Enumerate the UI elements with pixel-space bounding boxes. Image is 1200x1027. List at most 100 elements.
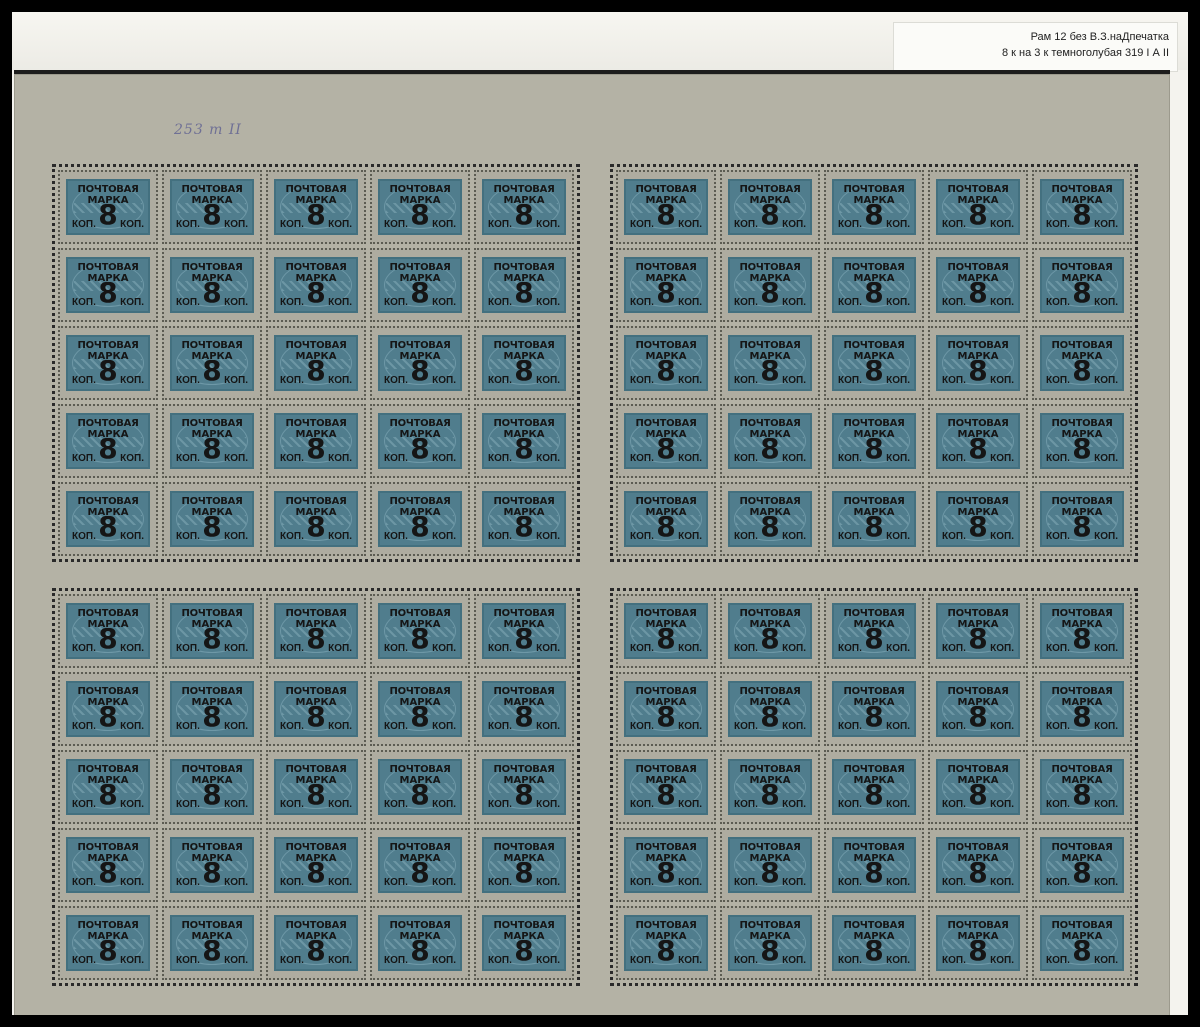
overprint-units: КОП. КОП. bbox=[630, 799, 702, 810]
overprint-units: КОП. КОП. bbox=[838, 643, 910, 654]
overprint-unit-left: КОП. bbox=[942, 453, 966, 464]
overprint-unit-right: КОП. bbox=[224, 453, 248, 464]
overprint-line-1: ПОЧТОВАЯ bbox=[181, 686, 243, 697]
overprint-unit-right: КОП. bbox=[782, 297, 806, 308]
pencil-note: 253 т II bbox=[174, 122, 242, 138]
overprint-unit-left: КОП. bbox=[734, 643, 758, 654]
stamp: ПОЧТОВАЯ МАРКА 8 КОП. КОП. bbox=[720, 906, 820, 980]
stamp: ПОЧТОВАЯ МАРКА 8 КОП. КОП. bbox=[58, 906, 158, 980]
overprint-line-1: ПОЧТОВАЯ bbox=[493, 842, 555, 853]
overprint-line-1: ПОЧТОВАЯ bbox=[843, 496, 905, 507]
overprint-line-1: ПОЧТОВАЯ bbox=[493, 418, 555, 429]
caption-line-1: Рам 12 без В.З.наДпечатка bbox=[1030, 31, 1169, 43]
stamp-design: ПОЧТОВАЯ МАРКА 8 КОП. КОП. bbox=[624, 681, 708, 737]
overprint-unit-right: КОП. bbox=[678, 721, 702, 732]
overprint-unit-right: КОП. bbox=[120, 453, 144, 464]
overprint-units: КОП. КОП. bbox=[384, 297, 456, 308]
overprint-unit-right: КОП. bbox=[328, 219, 352, 230]
overprint-unit-right: КОП. bbox=[224, 877, 248, 888]
overprint-unit-right: КОП. bbox=[224, 799, 248, 810]
overprint-line-1: ПОЧТОВАЯ bbox=[77, 608, 139, 619]
stamp-design: ПОЧТОВАЯ МАРКА 8 КОП. КОП. bbox=[274, 335, 358, 391]
overprint-unit-left: КОП. bbox=[942, 219, 966, 230]
overprint-unit-left: КОП. bbox=[280, 643, 304, 654]
overprint-line-1: ПОЧТОВАЯ bbox=[77, 184, 139, 195]
overprint-units: КОП. КОП. bbox=[176, 721, 248, 732]
stamp: ПОЧТОВАЯ МАРКА 8 КОП. КОП. bbox=[824, 906, 924, 980]
stamp-design: ПОЧТОВАЯ МАРКА 8 КОП. КОП. bbox=[170, 603, 254, 659]
overprint-unit-left: КОП. bbox=[630, 877, 654, 888]
overprint-unit-left: КОП. bbox=[838, 297, 862, 308]
stamp: ПОЧТОВАЯ МАРКА 8 КОП. КОП. bbox=[616, 672, 716, 746]
overprint-line-1: ПОЧТОВАЯ bbox=[635, 764, 697, 775]
overprint-unit-right: КОП. bbox=[120, 531, 144, 542]
overprint-unit-right: КОП. bbox=[678, 297, 702, 308]
stamp-design: ПОЧТОВАЯ МАРКА 8 КОП. КОП. bbox=[170, 179, 254, 235]
overprint-unit-left: КОП. bbox=[72, 453, 96, 464]
stamp: ПОЧТОВАЯ МАРКА 8 КОП. КОП. bbox=[824, 594, 924, 668]
stamp: ПОЧТОВАЯ МАРКА 8 КОП. КОП. bbox=[266, 326, 366, 400]
overprint-unit-right: КОП. bbox=[990, 531, 1014, 542]
stamp: ПОЧТОВАЯ МАРКА 8 КОП. КОП. bbox=[824, 482, 924, 556]
overprint-unit-left: КОП. bbox=[384, 297, 408, 308]
stamp: ПОЧТОВАЯ МАРКА 8 КОП. КОП. bbox=[720, 828, 820, 902]
overprint-line-1: ПОЧТОВАЯ bbox=[843, 262, 905, 273]
stamp: ПОЧТОВАЯ МАРКА 8 КОП. КОП. bbox=[370, 906, 470, 980]
stamp-design: ПОЧТОВАЯ МАРКА 8 КОП. КОП. bbox=[482, 915, 566, 971]
overprint-units: КОП. КОП. bbox=[176, 297, 248, 308]
overprint-units: КОП. КОП. bbox=[734, 799, 806, 810]
stamp-design: ПОЧТОВАЯ МАРКА 8 КОП. КОП. bbox=[832, 257, 916, 313]
stamp-design: ПОЧТОВАЯ МАРКА 8 КОП. КОП. bbox=[482, 759, 566, 815]
stamp-design: ПОЧТОВАЯ МАРКА 8 КОП. КОП. bbox=[624, 491, 708, 547]
stamp: ПОЧТОВАЯ МАРКА 8 КОП. КОП. bbox=[616, 248, 716, 322]
stamp: ПОЧТОВАЯ МАРКА 8 КОП. КОП. bbox=[824, 170, 924, 244]
overprint-unit-right: КОП. bbox=[678, 453, 702, 464]
overprint-unit-left: КОП. bbox=[280, 531, 304, 542]
overprint-line-1: ПОЧТОВАЯ bbox=[947, 496, 1009, 507]
overprint-units: КОП. КОП. bbox=[488, 219, 560, 230]
stamp-design: ПОЧТОВАЯ МАРКА 8 КОП. КОП. bbox=[624, 603, 708, 659]
overprint-unit-left: КОП. bbox=[280, 297, 304, 308]
stamp: ПОЧТОВАЯ МАРКА 8 КОП. КОП. bbox=[928, 404, 1028, 478]
overprint-line-1: ПОЧТОВАЯ bbox=[493, 686, 555, 697]
overprint-unit-left: КОП. bbox=[72, 219, 96, 230]
stamp-design: ПОЧТОВАЯ МАРКА 8 КОП. КОП. bbox=[832, 335, 916, 391]
overprint-line-1: ПОЧТОВАЯ bbox=[843, 184, 905, 195]
overprint-unit-right: КОП. bbox=[1094, 877, 1118, 888]
overprint-unit-right: КОП. bbox=[886, 531, 910, 542]
stamp-design: ПОЧТОВАЯ МАРКА 8 КОП. КОП. bbox=[1040, 603, 1124, 659]
overprint-unit-right: КОП. bbox=[328, 297, 352, 308]
overprint-line-1: ПОЧТОВАЯ bbox=[389, 184, 451, 195]
overprint-units: КОП. КОП. bbox=[280, 799, 352, 810]
overprint-unit-right: КОП. bbox=[1094, 955, 1118, 966]
overprint-unit-left: КОП. bbox=[734, 297, 758, 308]
stamp: ПОЧТОВАЯ МАРКА 8 КОП. КОП. bbox=[162, 170, 262, 244]
stamp: ПОЧТОВАЯ МАРКА 8 КОП. КОП. bbox=[1032, 828, 1132, 902]
overprint-unit-right: КОП. bbox=[990, 799, 1014, 810]
overprint-unit-right: КОП. bbox=[782, 721, 806, 732]
stamp-design: ПОЧТОВАЯ МАРКА 8 КОП. КОП. bbox=[936, 915, 1020, 971]
overprint-units: КОП. КОП. bbox=[488, 531, 560, 542]
stamp-design: ПОЧТОВАЯ МАРКА 8 КОП. КОП. bbox=[936, 491, 1020, 547]
overprint-line-1: ПОЧТОВАЯ bbox=[389, 842, 451, 853]
stamp: ПОЧТОВАЯ МАРКА 8 КОП. КОП. bbox=[824, 326, 924, 400]
stamp: ПОЧТОВАЯ МАРКА 8 КОП. КОП. bbox=[266, 248, 366, 322]
stamp: ПОЧТОВАЯ МАРКА 8 КОП. КОП. bbox=[616, 326, 716, 400]
overprint-line-1: ПОЧТОВАЯ bbox=[389, 418, 451, 429]
overprint-unit-left: КОП. bbox=[630, 531, 654, 542]
stamp: ПОЧТОВАЯ МАРКА 8 КОП. КОП. bbox=[616, 170, 716, 244]
overprint-unit-left: КОП. bbox=[488, 955, 512, 966]
overprint-unit-right: КОП. bbox=[120, 721, 144, 732]
stamp: ПОЧТОВАЯ МАРКА 8 КОП. КОП. bbox=[162, 326, 262, 400]
overprint-line-1: ПОЧТОВАЯ bbox=[493, 340, 555, 351]
stamp-design: ПОЧТОВАЯ МАРКА 8 КОП. КОП. bbox=[728, 915, 812, 971]
stamp: ПОЧТОВАЯ МАРКА 8 КОП. КОП. bbox=[58, 828, 158, 902]
stamp-design: ПОЧТОВАЯ МАРКА 8 КОП. КОП. bbox=[1040, 179, 1124, 235]
stamp-design: ПОЧТОВАЯ МАРКА 8 КОП. КОП. bbox=[378, 603, 462, 659]
overprint-units: КОП. КОП. bbox=[1046, 643, 1118, 654]
stamp: ПОЧТОВАЯ МАРКА 8 КОП. КОП. bbox=[1032, 906, 1132, 980]
overprint-unit-left: КОП. bbox=[384, 453, 408, 464]
stamp-design: ПОЧТОВАЯ МАРКА 8 КОП. КОП. bbox=[728, 759, 812, 815]
stamp: ПОЧТОВАЯ МАРКА 8 КОП. КОП. bbox=[266, 828, 366, 902]
stamp: ПОЧТОВАЯ МАРКА 8 КОП. КОП. bbox=[720, 672, 820, 746]
